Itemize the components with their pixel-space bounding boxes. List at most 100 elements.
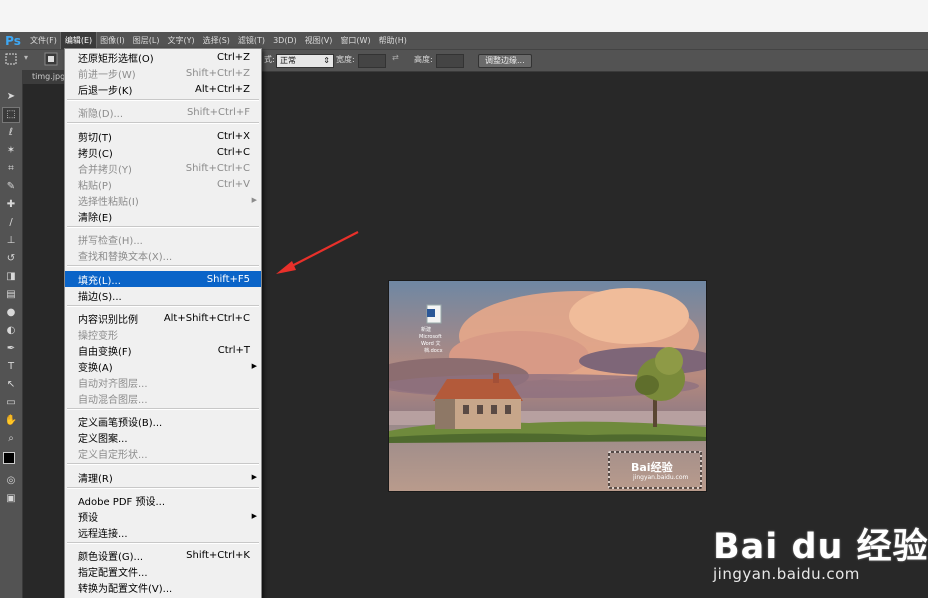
menu-item-undo[interactable]: 还原矩形选框(O) Ctrl+Z [65,49,261,65]
type-tool-icon[interactable]: T [3,360,19,374]
tool-preset-arrow-icon[interactable]: ▾ [24,53,28,62]
desktop-icon-label-line1: 新建 [421,326,431,333]
canvas-image[interactable]: 新建 Microsoft Word 文 档.docx Bai经验 jingyan… [388,280,707,492]
menu-item-define-brush-preset[interactable]: 定义画笔预设(B)... [65,413,261,429]
menu-item-adobe-pdf-presets[interactable]: Adobe PDF 预设... [65,492,261,508]
style-select[interactable]: 正常 ⇕ [276,54,334,68]
menu-layer[interactable]: 图层(L) [129,32,164,49]
menu-item-label: 后退一步(K) [78,85,133,97]
menu-edit[interactable]: 编辑(E) [59,32,98,50]
menu-item-cut[interactable]: 剪切(T) Ctrl+X [65,128,261,144]
menu-item-step-backward[interactable]: 后退一步(K) Alt+Ctrl+Z [65,81,261,97]
menu-item-paste[interactable]: 粘贴(P) Ctrl+V [65,176,261,192]
screen-mode-icon[interactable]: ▣ [3,492,19,506]
brush-tool-icon[interactable]: / [3,216,19,230]
rectangle-tool-icon[interactable]: ▭ [3,396,19,410]
gradient-tool-icon[interactable]: ▤ [3,288,19,302]
new-selection-icon[interactable] [44,52,58,68]
menu-item-presets[interactable]: 预设 ▶ [65,508,261,524]
clone-stamp-tool-icon[interactable]: ⊥ [3,234,19,248]
menu-item-copy-merged[interactable]: 合并拷贝(Y) Shift+Ctrl+C [65,160,261,176]
menu-item-label: 查找和替换文本(X)... [78,251,173,263]
marquee-tool-icon[interactable] [4,52,18,68]
menu-item-copy[interactable]: 拷贝(C) Ctrl+C [65,144,261,160]
foreground-color-swatch[interactable] [3,452,15,464]
menu-item-spell-check[interactable]: 拼写检查(H)... [65,231,261,247]
menu-item-label: 清理(R) [78,473,113,485]
menu-item-label: 填充(L)... [78,275,121,287]
menu-bar: Ps 文件(F) 编辑(E) 图像(I) 图层(L) 文字(Y) 选择(S) 滤… [0,32,928,50]
ps-logo: Ps [5,33,21,48]
menu-item-color-settings[interactable]: 颜色设置(G)... Shift+Ctrl+K [65,547,261,563]
zoom-tool-icon[interactable]: ⌕ [3,432,19,446]
menu-item-label: 渐隐(D)... [78,108,124,120]
quick-mask-icon[interactable]: ◎ [3,474,19,488]
photo-watermark-url: jingyan.baidu.com [633,474,689,481]
menu-item-define-pattern[interactable]: 定义图案... [65,429,261,445]
menu-item-content-aware-scale[interactable]: 内容识别比例 Alt+Shift+Ctrl+C [65,310,261,326]
menu-item-shortcut: Ctrl+Z [216,51,250,63]
eraser-tool-icon[interactable]: ◨ [3,270,19,284]
menu-item-label: 操控变形 [78,330,118,342]
crop-tool-icon[interactable]: ⌗ [3,162,19,176]
menu-item-paste-special[interactable]: 选择性粘贴(I) ▶ [65,192,261,208]
desktop-icon-label-line2: Microsoft [419,334,442,340]
menu-image[interactable]: 图像(I) [96,32,129,49]
healing-brush-tool-icon[interactable]: ✚ [3,198,19,212]
move-tool-icon[interactable]: ➤ [3,90,19,104]
menu-item-find-replace[interactable]: 查找和替换文本(X)... [65,247,261,263]
submenu-arrow-icon: ▶ [251,362,257,370]
menu-file[interactable]: 文件(F) [26,32,61,49]
history-brush-tool-icon[interactable]: ↺ [3,252,19,266]
menu-3d[interactable]: 3D(D) [269,32,301,49]
menu-item-fill[interactable]: 填充(L)... Shift+F5 [65,271,261,287]
photo-watermark-text: Bai经验 [631,461,673,474]
menu-select[interactable]: 选择(S) [199,32,234,49]
menu-item-label: 拷贝(C) [78,148,113,160]
menu-item-purge[interactable]: 清理(R) ▶ [65,469,261,485]
menu-window[interactable]: 窗口(W) [336,32,374,49]
menu-item-label: 指定配置文件... [78,567,148,579]
menu-filter[interactable]: 滤镜(T) [234,32,269,49]
baidu-jingyan-watermark: Bai du 经验 jingyan.baidu.com [713,518,928,583]
menu-item-shortcut: Ctrl+T [217,344,250,356]
menu-item-label: Adobe PDF 预设... [78,496,166,508]
width-input[interactable] [358,54,386,68]
menu-item-auto-blend-layers[interactable]: 自动混合图层... [65,390,261,406]
height-input[interactable] [436,54,464,68]
hand-tool-icon[interactable]: ✋ [3,414,19,428]
menu-item-remote-connections[interactable]: 远程连接... [65,524,261,540]
menu-item-label: 转换为配置文件(V)... [78,583,173,595]
menu-item-stroke[interactable]: 描边(S)... [65,287,261,303]
rect-marquee-tool-icon[interactable]: ⬚ [2,107,20,123]
menu-item-clear[interactable]: 清除(E) [65,208,261,224]
menu-item-assign-profile[interactable]: 指定配置文件... [65,563,261,579]
browser-top-strip [0,0,928,32]
path-selection-tool-icon[interactable]: ↖ [3,378,19,392]
lasso-tool-icon[interactable]: ℓ [3,126,19,140]
dodge-tool-icon[interactable]: ◐ [3,324,19,338]
menu-item-puppet-warp[interactable]: 操控变形 [65,326,261,342]
menu-help[interactable]: 帮助(H) [375,32,411,49]
refine-edge-button[interactable]: 调整边缘... [478,54,532,68]
menu-item-step-forward[interactable]: 前进一步(W) Shift+Ctrl+Z [65,65,261,81]
menu-separator [67,305,259,307]
menu-item-label: 粘贴(P) [78,180,112,192]
menu-item-shortcut: Ctrl+X [216,130,250,142]
swap-icon[interactable]: ⇄ [392,53,399,62]
menu-item-transform[interactable]: 变换(A) ▶ [65,358,261,374]
menu-item-convert-to-profile[interactable]: 转换为配置文件(V)... [65,579,261,595]
menu-item-define-custom-shape[interactable]: 定义自定形状... [65,445,261,461]
blur-tool-icon[interactable]: ● [3,306,19,320]
menu-type[interactable]: 文字(Y) [163,32,198,49]
menu-item-fade[interactable]: 渐隐(D)... Shift+Ctrl+F [65,104,261,120]
menu-item-free-transform[interactable]: 自由变换(F) Ctrl+T [65,342,261,358]
eyedropper-tool-icon[interactable]: ✎ [3,180,19,194]
submenu-arrow-icon: ▶ [251,512,257,520]
menu-item-label: 前进一步(W) [78,69,136,81]
pen-tool-icon[interactable]: ✒ [3,342,19,356]
menu-view[interactable]: 视图(V) [301,32,337,49]
menu-item-label: 预设 [78,512,98,524]
magic-wand-tool-icon[interactable]: ✶ [3,144,19,158]
menu-item-auto-align-layers[interactable]: 自动对齐图层... [65,374,261,390]
